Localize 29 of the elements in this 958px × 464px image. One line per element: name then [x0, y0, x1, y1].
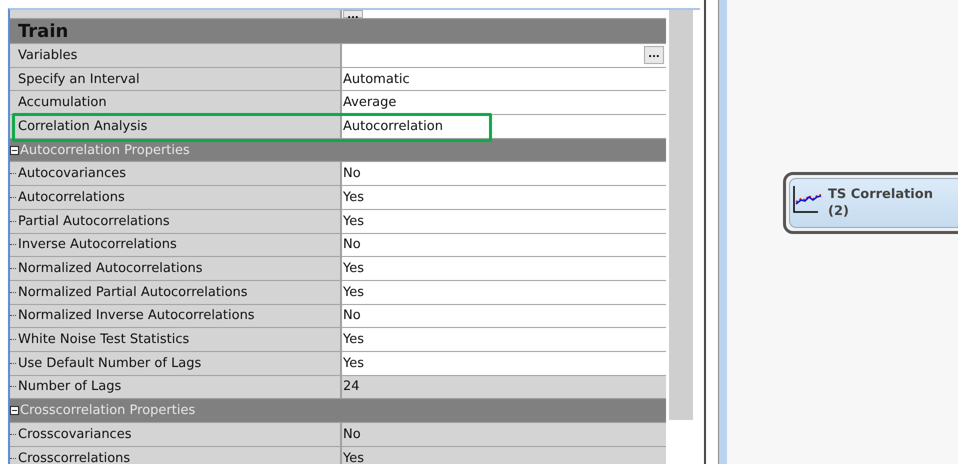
property-label: Autocorrelations	[10, 186, 342, 209]
property-label: Specify an Interval	[10, 68, 342, 90]
property-label: Partial Autocorrelations	[10, 210, 342, 232]
property-label: Accumulation	[10, 91, 342, 114]
ellipsis-button[interactable]: ...	[644, 46, 664, 64]
property-value[interactable]: No	[342, 423, 666, 446]
property-label: Autocovariances	[10, 162, 342, 186]
property-label: Normalized Inverse Autocorrelations	[10, 304, 342, 328]
property-value[interactable]: 24	[342, 376, 666, 398]
collapse-icon[interactable]	[10, 146, 19, 155]
splitter[interactable]	[704, 0, 719, 464]
property-label: Inverse Autocorrelations	[10, 234, 342, 256]
property-label: Crosscovariances	[10, 423, 342, 446]
node-label: TS Correlation (2)	[828, 186, 934, 220]
property-label: Normalized Autocorrelations	[10, 257, 342, 280]
property-label: Correlation Analysis	[10, 115, 342, 138]
group-title: Autocorrelation Properties	[20, 142, 190, 158]
property-label: Use Default Number of Lags	[10, 352, 342, 375]
section-title: Train	[18, 20, 68, 42]
collapse-icon[interactable]	[10, 406, 19, 416]
property-label: White Noise Test Statistics	[10, 328, 342, 351]
property-label: Number of Lags	[10, 376, 342, 398]
property-label: Normalized Partial Autocorrelations	[10, 280, 342, 304]
property-value[interactable]: Yes	[342, 446, 666, 464]
diagram-node[interactable]: TS Correlation (2)	[783, 172, 958, 234]
property-label: Variables	[10, 44, 342, 67]
property-label: Crosscorrelations	[10, 446, 342, 464]
group-title: Crosscorrelation Properties	[20, 403, 196, 418]
ellipsis-button[interactable]: ...	[343, 10, 363, 18]
